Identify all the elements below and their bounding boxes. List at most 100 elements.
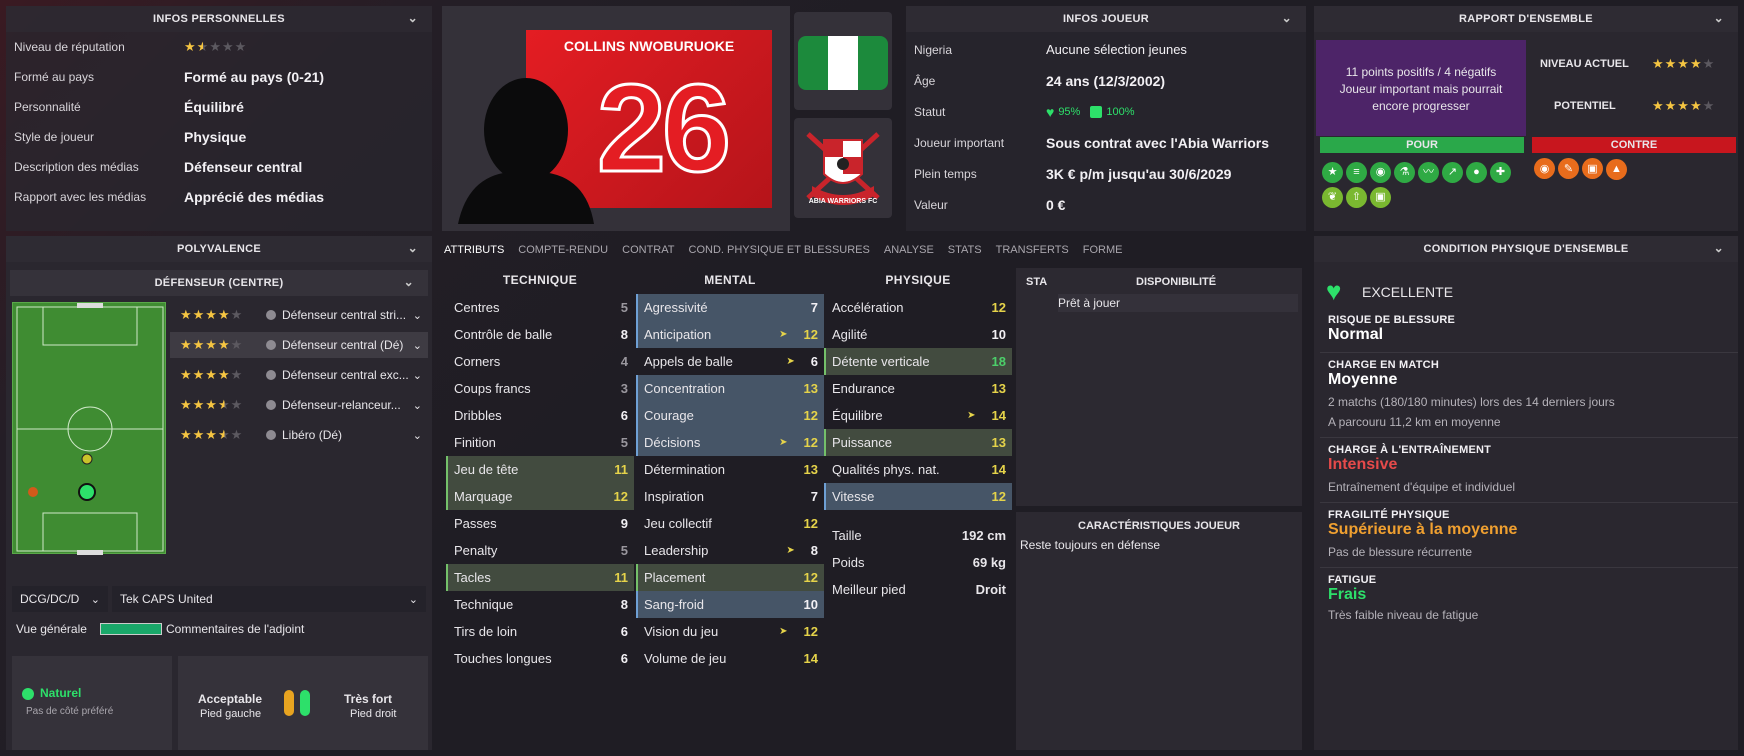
- cons-icons: ◉ ✎ ▣ ▲: [1534, 158, 1738, 180]
- injury-risk-label: RISQUE DE BLESSURE: [1328, 314, 1456, 326]
- star-icon[interactable]: ★: [1322, 162, 1343, 183]
- condition-header[interactable]: CONDITION PHYSIQUE D'ENSEMBLE ⌄: [1314, 236, 1738, 262]
- overall-report-panel: RAPPORT D'ENSEMBLE ⌄ 11 points positifs /…: [1314, 6, 1738, 231]
- attribute-name: Agressivité: [644, 300, 708, 315]
- availability-panel: STA DISPONIBILITÉ Prêt à jouer: [1016, 268, 1302, 506]
- bandage-icon[interactable]: ✚: [1490, 162, 1511, 183]
- tab-stats[interactable]: STATS: [948, 244, 982, 256]
- whistle-icon[interactable]: ◉: [1370, 162, 1391, 183]
- nation-flag-panel[interactable]: [794, 12, 892, 110]
- versatility-header[interactable]: POLYVALENCE ⌄: [6, 236, 432, 262]
- wrench-icon[interactable]: ✎: [1558, 158, 1579, 179]
- chevron-down-icon[interactable]: ⌄: [1282, 11, 1292, 25]
- club-badge-panel[interactable]: ABIA WARRIORS FC: [794, 118, 892, 218]
- chevron-down-icon[interactable]: ⌄: [413, 339, 422, 352]
- card-icon[interactable]: ▣: [1582, 158, 1603, 179]
- attribute-value: 12: [803, 327, 818, 342]
- potential-label: POTENTIEL: [1554, 100, 1616, 112]
- attribute-name: Leadership: [644, 543, 709, 558]
- chevron-down-icon: ⌄: [90, 593, 100, 606]
- tab-cond-physique-et-blessures[interactable]: COND. PHYSIQUE ET BLESSURES: [689, 244, 870, 256]
- right-foot-level: Très fort: [344, 692, 393, 706]
- position-header[interactable]: DÉFENSEUR (CENTRE) ⌄: [10, 270, 428, 296]
- personal-info-header[interactable]: INFOS PERSONNELLES ⌄: [6, 6, 432, 32]
- right-foot-label: Pied droit: [350, 708, 397, 720]
- player-info-row: Nigeria Aucune sélection jeunes: [906, 34, 1306, 65]
- overview-bar: [100, 623, 162, 635]
- role-row[interactable]: ★★★★★ Défenseur central stri... ⌄: [170, 302, 428, 328]
- pros-icons: ★ ≡ ◉ ⚗ 〰 ↗ ● ✚ ❦ ⇧ ▣: [1322, 158, 1526, 208]
- chevron-down-icon[interactable]: ⌄: [1714, 11, 1724, 25]
- chevron-down-icon[interactable]: ⌄: [413, 429, 422, 442]
- chevron-down-icon[interactable]: ⌄: [408, 241, 418, 255]
- role-stars: ★★★★★: [180, 367, 244, 382]
- arrow-up-icon[interactable]: ⇧: [1346, 187, 1367, 208]
- info-icon[interactable]: [266, 310, 276, 320]
- chevron-down-icon[interactable]: ⌄: [408, 11, 418, 25]
- chevron-down-icon: ⌄: [408, 593, 418, 606]
- attribute-name: Équilibre: [832, 408, 883, 423]
- attribute-value: 12: [613, 489, 628, 504]
- role-row[interactable]: ★★★★★ Défenseur central (Dé) ⌄: [170, 332, 428, 358]
- role-row[interactable]: ★★★★★ Défenseur-relanceur... ⌄: [170, 392, 428, 418]
- chevron-down-icon[interactable]: ⌄: [413, 399, 422, 412]
- chevron-down-icon[interactable]: ⌄: [404, 275, 414, 289]
- cone-icon[interactable]: ▲: [1606, 158, 1627, 180]
- info-icon[interactable]: [266, 340, 276, 350]
- role-label: Défenseur-relanceur...: [282, 398, 401, 412]
- tab-transferts[interactable]: TRANSFERTS: [996, 244, 1069, 256]
- tab-attributs[interactable]: ATTRIBUTS: [444, 244, 504, 256]
- attribute-name: Tacles: [454, 570, 491, 585]
- player-info-title: INFOS JOUEUR: [1062, 13, 1150, 25]
- chevron-down-icon[interactable]: ⌄: [1714, 241, 1724, 255]
- attribute-row: Placement 12: [636, 564, 824, 591]
- attribute-name: Qualités phys. nat.: [832, 462, 940, 477]
- role-row[interactable]: ★★★★★ Libéro (Dé) ⌄: [170, 422, 428, 448]
- info-icon[interactable]: [266, 400, 276, 410]
- position-select[interactable]: DCG/DC/D ⌄: [12, 586, 108, 612]
- attribute-row: Endurance 13: [824, 375, 1012, 402]
- chevron-down-icon[interactable]: ⌄: [413, 309, 422, 322]
- chevron-down-icon[interactable]: ⌄: [413, 369, 422, 382]
- whistle-icon[interactable]: ◉: [1534, 158, 1555, 179]
- info-icon[interactable]: [266, 430, 276, 440]
- versatility-title: POLYVALENCE: [177, 243, 261, 255]
- availability-status: Prêt à jouer: [1058, 294, 1298, 312]
- club-badge-text: ABIA WARRIORS FC: [808, 198, 878, 205]
- potential-stars: ★★★★★: [1652, 98, 1716, 113]
- flask-icon[interactable]: ⚗: [1394, 162, 1415, 183]
- attribute-value: 12: [991, 300, 1006, 315]
- attribute-row: Tirs de loin 6: [446, 618, 634, 645]
- player-info-header[interactable]: INFOS JOUEUR ⌄: [906, 6, 1306, 32]
- player-info-value: 24 ans (12/3/2002): [1046, 72, 1166, 89]
- card-icon[interactable]: ▣: [1370, 187, 1391, 208]
- role-row[interactable]: ★★★★★ Défenseur central exc... ⌄: [170, 362, 428, 388]
- attribute-value: 12: [803, 516, 818, 531]
- assistant-comments-link[interactable]: Commentaires de l'adjoint: [166, 622, 304, 636]
- team-select[interactable]: Tek CAPS United ⌄: [112, 586, 426, 612]
- player-info-panel: INFOS JOUEUR ⌄ Nigeria Aucune sélection je…: [906, 6, 1306, 231]
- attribute-row: Courage 12: [636, 402, 824, 429]
- attribute-row: Agilité 10: [824, 321, 1012, 348]
- player-card: COLLINS NWOBURUOKE 26: [442, 6, 790, 231]
- attribute-row: Vitesse 12: [824, 483, 1012, 510]
- nigeria-flag-icon: [798, 36, 888, 90]
- head-icon[interactable]: ●: [1466, 162, 1487, 183]
- player-silhouette-icon: [458, 78, 594, 224]
- attribute-name: Inspiration: [644, 489, 704, 504]
- tab-contrat[interactable]: CONTRAT: [622, 244, 674, 256]
- left-foot-level: Acceptable: [198, 692, 263, 706]
- personal-row-value: Équilibré: [184, 99, 244, 115]
- attribute-value: 13: [991, 381, 1006, 396]
- tab-forme[interactable]: FORME: [1083, 244, 1123, 256]
- attribute-name: Centres: [454, 300, 500, 315]
- overall-report-header[interactable]: RAPPORT D'ENSEMBLE ⌄: [1314, 6, 1738, 32]
- wave-icon[interactable]: 〰: [1418, 162, 1439, 183]
- leaf-icon[interactable]: ❦: [1322, 187, 1343, 208]
- tab-compte-rendu[interactable]: COMPTE-RENDU: [518, 244, 608, 256]
- trend-icon[interactable]: ↗: [1442, 162, 1463, 183]
- info-icon[interactable]: [266, 370, 276, 380]
- height-value: 192 cm: [961, 528, 1006, 543]
- ladder-icon[interactable]: ≡: [1346, 162, 1367, 183]
- tab-analyse[interactable]: ANALYSE: [884, 244, 934, 256]
